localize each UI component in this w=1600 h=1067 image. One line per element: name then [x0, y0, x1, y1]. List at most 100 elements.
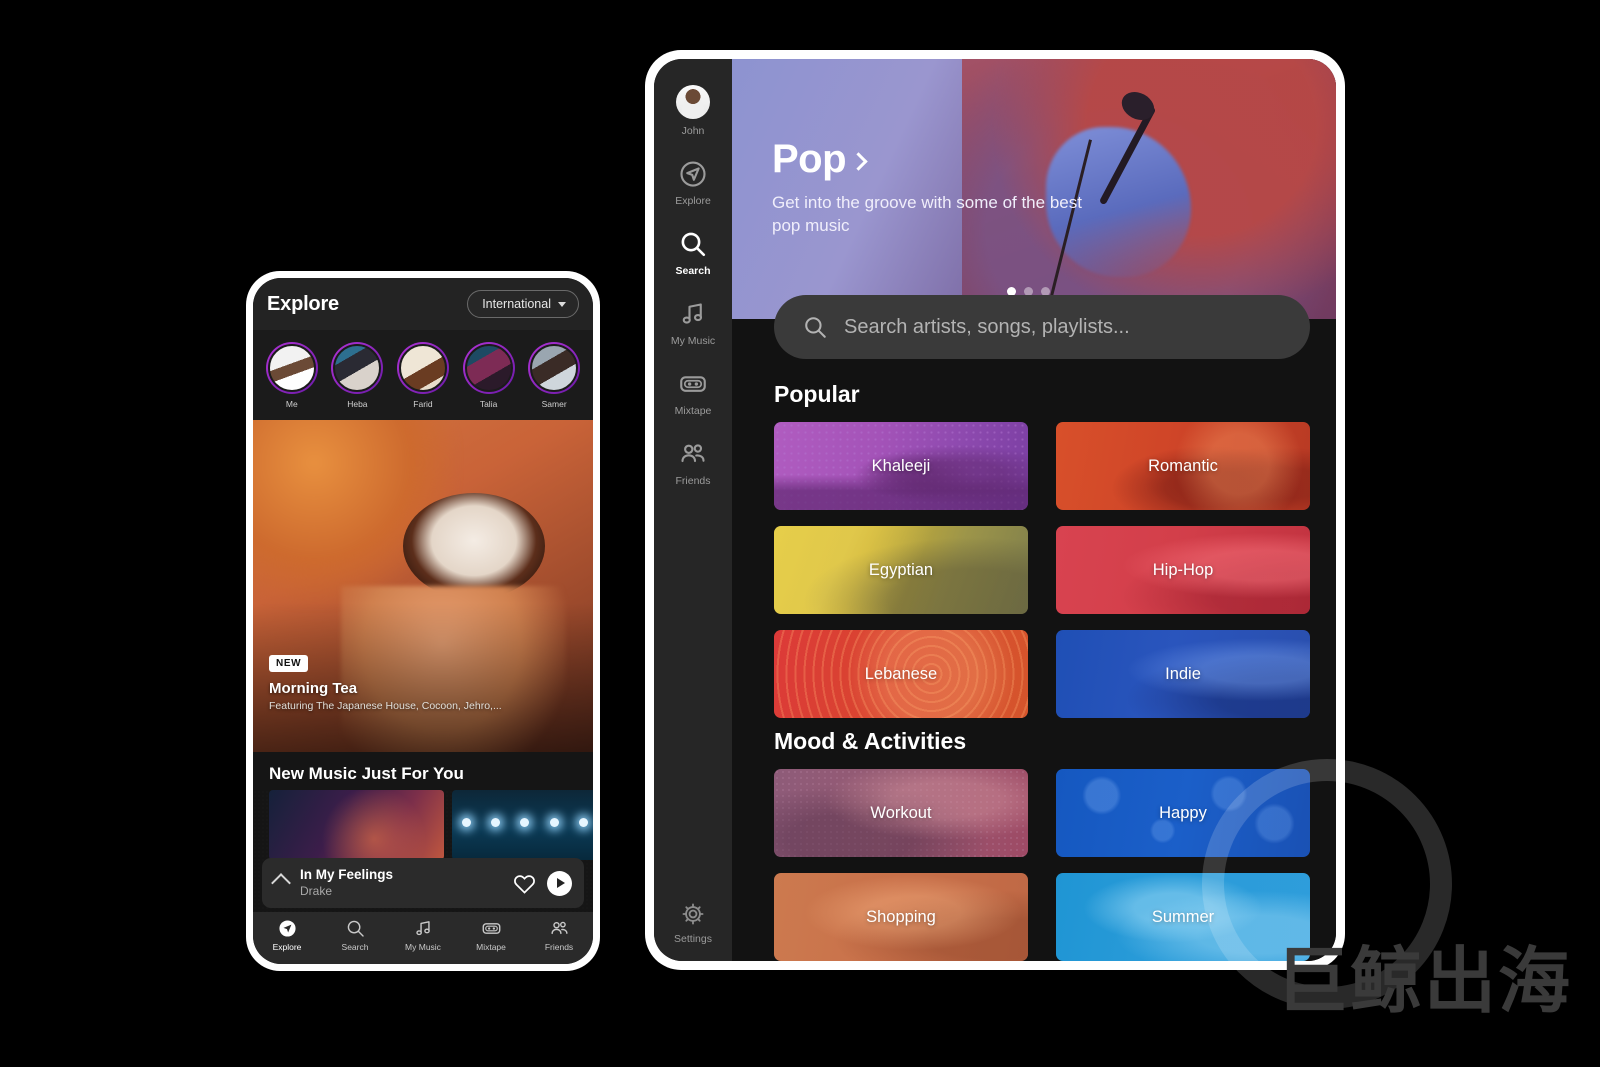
section-title: Mood & Activities	[774, 728, 967, 754]
phone-header: Explore International	[253, 278, 593, 330]
category-tile[interactable]: Workout	[774, 769, 1028, 857]
sidebar-item-friends[interactable]: Friends	[654, 439, 732, 487]
avatar	[530, 343, 579, 392]
search-icon	[347, 920, 364, 937]
search-input[interactable]: Search artists, songs, playlists...	[844, 316, 1130, 339]
cassette-icon	[680, 376, 706, 392]
gear-icon	[682, 903, 704, 925]
tablet-sidebar: John Explore Search My Music Mixtape Friends…	[654, 59, 732, 961]
nav-item-friends[interactable]: Friends	[525, 918, 593, 952]
nav-item-label: Mixtape	[476, 942, 506, 952]
now-playing-artist: Drake	[300, 883, 333, 898]
music-note-icon	[415, 921, 430, 936]
story-item[interactable]: Farid	[393, 341, 453, 409]
sidebar-item-my-music[interactable]: My Music	[654, 299, 732, 347]
sidebar-item-label: Mixtape	[674, 405, 712, 417]
sidebar-profile-label: John	[681, 125, 705, 137]
featured-card[interactable]: NEW Morning Tea Featuring The Japanese H…	[253, 420, 593, 752]
sidebar-item-label: Search	[675, 265, 711, 277]
story-ring	[462, 341, 515, 394]
category-tile[interactable]: Egyptian	[774, 526, 1028, 614]
carousel-card[interactable]	[269, 790, 444, 860]
play-icon	[556, 878, 565, 888]
now-playing-title: In My Feelings	[300, 867, 394, 883]
chevron-right-icon[interactable]	[849, 152, 868, 171]
story-ring	[265, 341, 318, 394]
sidebar-item-label: Friends	[675, 475, 711, 487]
stage-lights	[452, 818, 593, 827]
story-name: Farid	[413, 398, 433, 409]
sidebar-item-mixtape[interactable]: Mixtape	[654, 369, 732, 417]
explore-icon-filled	[278, 920, 296, 937]
heart-icon[interactable]	[513, 873, 536, 894]
explore-icon	[680, 161, 706, 187]
featured-card-subtitle: Featuring The Japanese House, Cocoon, Je…	[269, 700, 502, 712]
search-bar[interactable]: Search artists, songs, playlists...	[774, 295, 1310, 359]
chevron-up-icon[interactable]	[271, 873, 291, 893]
category-tile-label: Lebanese	[864, 664, 938, 683]
section-title: New Music Just For You	[269, 764, 464, 783]
nav-item-mixtape[interactable]: Mixtape	[457, 918, 525, 952]
sidebar-item-label: Explore	[675, 195, 711, 207]
category-tile-label: Egyptian	[868, 560, 934, 579]
category-tile[interactable]: Hip-Hop	[1056, 526, 1310, 614]
sidebar-profile[interactable]: John	[654, 85, 732, 137]
chevron-down-icon	[558, 301, 566, 307]
watermark: 巨鲸出海	[1276, 922, 1572, 1027]
avatar	[267, 343, 316, 392]
avatar	[398, 343, 447, 392]
friends-icon	[681, 444, 705, 463]
category-tile[interactable]: Romantic	[1056, 422, 1310, 510]
mini-player[interactable]: In My Feelings Drake	[262, 858, 584, 908]
phone-device: Explore International Me Heba Farid Talia Sa…	[246, 271, 600, 971]
sidebar-item-explore[interactable]: Explore	[654, 159, 732, 207]
page-title: Explore	[267, 292, 339, 315]
avatar	[333, 343, 382, 392]
phone-screen: Explore International Me Heba Farid Talia Sa…	[253, 278, 593, 964]
new-music-carousel[interactable]	[253, 790, 593, 860]
nav-item-label: Search	[341, 942, 369, 952]
region-selector[interactable]: International	[467, 290, 579, 318]
play-button[interactable]	[547, 870, 572, 896]
avatar	[464, 343, 513, 392]
new-music-section-header: New Music Just For You	[253, 752, 593, 790]
hero-title-row: Pop	[772, 137, 1134, 182]
story-ring	[528, 341, 581, 394]
nav-item-label: My Music	[405, 942, 441, 952]
category-tile[interactable]: Khaleeji	[774, 422, 1028, 510]
category-tile-label: Indie	[1165, 664, 1201, 683]
nav-item-my-music[interactable]: My Music	[389, 918, 457, 952]
category-tile[interactable]: Lebanese	[774, 630, 1028, 718]
search-icon	[681, 232, 706, 257]
search-icon	[805, 317, 826, 338]
mini-player-controls	[513, 870, 572, 896]
friends-icon	[550, 921, 568, 935]
category-tile-label: Khaleeji	[871, 456, 931, 475]
category-tile-label: Workout	[870, 803, 932, 822]
story-item[interactable]: Samer	[524, 341, 584, 409]
mini-player-text: In My Feelings Drake	[300, 867, 503, 899]
story-item[interactable]: Talia	[459, 341, 519, 409]
cassette-icon	[482, 923, 500, 934]
sidebar-item-settings[interactable]: Settings	[654, 901, 732, 945]
story-item[interactable]: Me	[262, 341, 322, 409]
music-note-icon	[682, 303, 703, 324]
new-badge: NEW	[269, 655, 309, 672]
featured-card-meta: NEW Morning Tea Featuring The Japanese H…	[269, 653, 502, 712]
nav-item-label: Friends	[544, 942, 574, 952]
sidebar-item-search[interactable]: Search	[654, 229, 732, 277]
avatar	[676, 85, 710, 119]
nav-item-label: Explore	[272, 942, 302, 952]
sidebar-item-label: My Music	[670, 335, 716, 347]
category-tile-label: Happy	[1159, 803, 1207, 822]
story-name: Talia	[479, 398, 498, 409]
hero-banner[interactable]: Pop Get into the groove with some of the…	[732, 59, 1336, 319]
story-item[interactable]: Heba	[327, 341, 387, 409]
carousel-card[interactable]	[452, 790, 593, 860]
nav-item-explore[interactable]: Explore	[253, 918, 321, 952]
story-name: Heba	[347, 398, 368, 409]
hero-text-block: Pop Get into the groove with some of the…	[772, 137, 1134, 238]
nav-item-search[interactable]: Search	[321, 918, 389, 952]
category-tile[interactable]: Shopping	[774, 873, 1028, 961]
category-tile[interactable]: Indie	[1056, 630, 1310, 718]
